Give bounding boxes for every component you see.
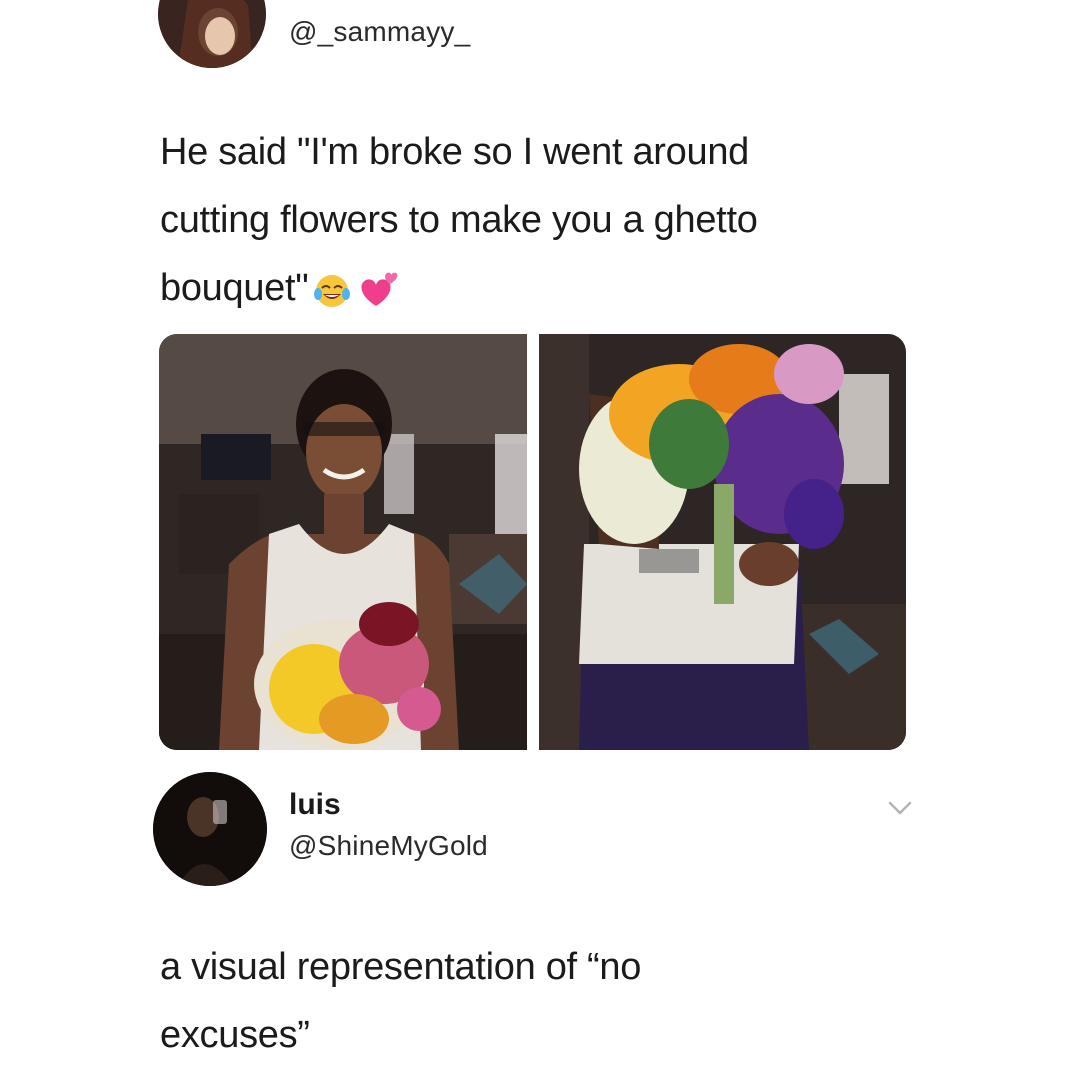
two-hearts-emoji-icon [356, 270, 400, 310]
reply-text-line: excuses” [160, 1014, 310, 1056]
author-handle[interactable]: @_sammayy_ [289, 16, 470, 48]
reply-text-line: a visual representation of “no [160, 946, 642, 988]
reply-author-name[interactable]: luis [289, 788, 341, 822]
chevron-down-icon[interactable] [884, 796, 916, 820]
tweet-text-line: bouquet" [160, 254, 1020, 322]
tweet-photo-right[interactable] [539, 334, 906, 750]
tears-of-joy-emoji-icon [312, 270, 352, 310]
tweet-photo-left[interactable] [159, 334, 527, 750]
tweet-text-line: He said "I'm broke so I went around [160, 131, 749, 173]
tweet-text: He said "I'm broke so I went around cutt… [160, 118, 1020, 322]
reply-author-handle[interactable]: @ShineMyGold [289, 830, 488, 862]
reply-text: a visual representation of “no excuses” [160, 933, 1020, 1069]
tweet-text-line-end: bouquet" [160, 267, 309, 309]
avatar-sammayy[interactable] [158, 0, 266, 68]
avatar-luis[interactable] [153, 772, 267, 886]
tweet-text-line: cutting flowers to make you a ghetto [160, 199, 758, 241]
